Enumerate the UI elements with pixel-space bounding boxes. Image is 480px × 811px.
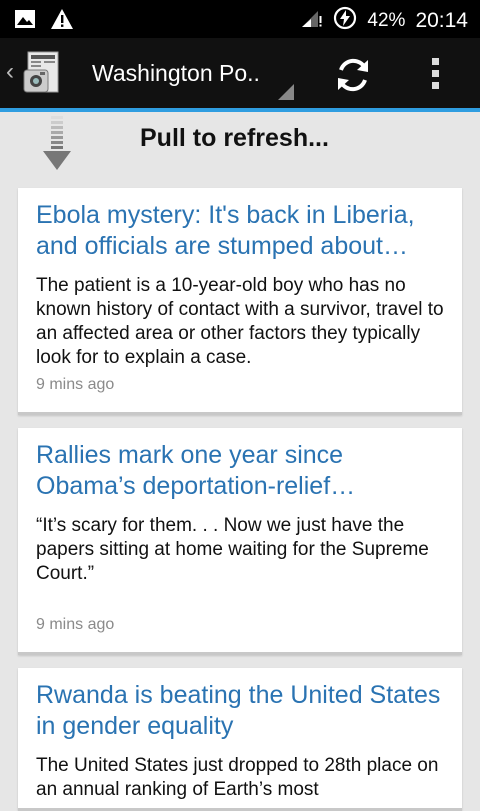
battery-charging-icon [333,6,357,36]
back-chevron-icon[interactable]: ‹ [6,58,14,86]
app-title[interactable]: Washington Po.. [92,60,260,87]
clock: 20:14 [415,9,468,32]
article-timestamp: 9 mins ago [36,616,115,633]
article-summary: The United States just dropped to 28th p… [36,755,439,800]
pull-to-refresh-label: Pull to refresh... [140,124,329,152]
notification-icons [14,8,74,35]
article-summary: The patient is a 10-year-old boy who has… [36,275,444,368]
action-bar: ‹ Washington Po.. [0,38,480,112]
article-timestamp: 9 mins ago [36,376,115,393]
battery-percentage: 42% [367,10,406,31]
overflow-menu-icon [432,58,439,65]
pull-down-arrow-icon [42,116,72,172]
image-notification-icon [14,9,36,34]
signal-icon [301,8,323,34]
status-bar: 42% 20:14 [0,0,480,38]
article-card[interactable]: Rallies mark one year since Obama’s depo… [18,428,462,655]
overflow-menu-button[interactable] [424,54,448,94]
dropdown-indicator-icon[interactable] [278,84,294,100]
status-icons: 42% 20:14 [301,6,468,36]
warning-icon [50,8,74,35]
article-title[interactable]: Rwanda is beating the United States in g… [36,680,444,742]
article-title[interactable]: Ebola mystery: It's back in Liberia, and… [36,200,444,262]
refresh-button[interactable] [332,54,374,96]
article-summary: “It’s scary for them. . . Now we just ha… [36,515,429,584]
pull-to-refresh[interactable]: Pull to refresh... [0,112,480,182]
article-title[interactable]: Rallies mark one year since Obama’s depo… [36,440,444,502]
article-card[interactable]: Ebola mystery: It's back in Liberia, and… [18,188,462,415]
refresh-icon [338,58,368,92]
article-card[interactable]: Rwanda is beating the United States in g… [18,668,462,811]
app-logo[interactable] [22,50,64,96]
